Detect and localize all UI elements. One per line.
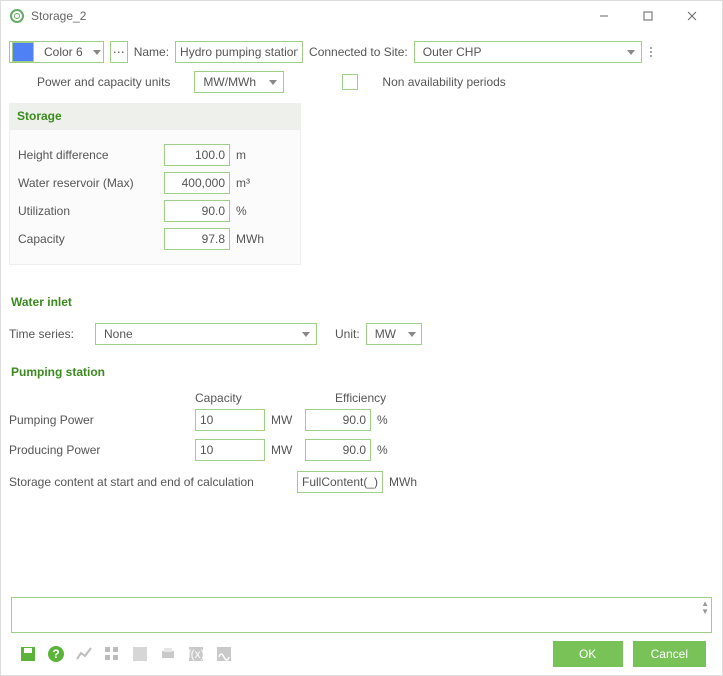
- pumping-power-label: Pumping Power: [9, 413, 189, 427]
- storage-panel: Height difference m Water reservoir (Max…: [9, 129, 301, 265]
- capacity-label: Capacity: [18, 232, 158, 246]
- titlebar: Storage_2: [1, 1, 722, 31]
- signal-icon[interactable]: [213, 643, 235, 665]
- blank-icon[interactable]: [129, 643, 151, 665]
- chart-icon[interactable]: [73, 643, 95, 665]
- time-series-dropdown[interactable]: None: [95, 323, 317, 345]
- col-capacity-label: Capacity: [195, 391, 295, 405]
- app-icon: [9, 8, 25, 24]
- color-swatch: [12, 42, 34, 62]
- ok-button[interactable]: OK: [553, 641, 623, 667]
- function-icon[interactable]: f(x): [185, 643, 207, 665]
- dialog-window: Storage_2 Color 6 ⋯ Name: Connected to S…: [0, 0, 723, 676]
- inlet-unit-label: Unit:: [335, 327, 360, 341]
- footer-toolbar: ? f(x): [17, 643, 235, 665]
- reservoir-input[interactable]: [164, 172, 230, 194]
- power-units-label: Power and capacity units: [37, 75, 170, 89]
- chevron-down-icon: [302, 332, 310, 337]
- svg-text:?: ?: [52, 647, 59, 661]
- pumping-capacity-unit: MW: [271, 413, 299, 427]
- inlet-unit-dropdown[interactable]: MW: [366, 323, 422, 345]
- section-storage-header: Storage: [9, 103, 301, 129]
- time-series-label: Time series:: [9, 327, 89, 341]
- capacity-input[interactable]: [164, 228, 230, 250]
- chevron-down-icon: [627, 50, 635, 55]
- minimize-button[interactable]: [582, 2, 626, 30]
- connected-site-dropdown[interactable]: Outer CHP: [414, 41, 642, 63]
- more-icon[interactable]: [650, 47, 652, 57]
- svg-text:f(x): f(x): [187, 647, 204, 661]
- time-series-value: None: [104, 327, 133, 341]
- window-title: Storage_2: [31, 9, 86, 23]
- chevron-down-icon: [408, 332, 416, 337]
- storage-content-unit: MWh: [389, 475, 417, 489]
- pumping-capacity-input[interactable]: [195, 409, 265, 431]
- utilization-unit: %: [236, 204, 266, 218]
- section-water-inlet-header: Water inlet: [9, 289, 714, 315]
- utilization-input[interactable]: [164, 200, 230, 222]
- color-selector[interactable]: Color 6: [9, 41, 104, 63]
- name-label: Name:: [134, 45, 169, 59]
- producing-power-label: Producing Power: [9, 443, 189, 457]
- producing-efficiency-unit: %: [377, 443, 388, 457]
- inlet-unit-value: MW: [375, 327, 396, 341]
- nonavail-label: Non availability periods: [382, 75, 505, 89]
- connected-label: Connected to Site:: [309, 45, 408, 59]
- pumping-efficiency-unit: %: [377, 413, 388, 427]
- height-diff-input[interactable]: [164, 144, 230, 166]
- section-pumping-header: Pumping station: [9, 359, 714, 385]
- close-button[interactable]: [670, 2, 714, 30]
- color-label: Color 6: [38, 45, 89, 59]
- connected-site-value: Outer CHP: [423, 45, 482, 59]
- reservoir-label: Water reservoir (Max): [18, 176, 158, 190]
- capacity-unit: MWh: [236, 232, 266, 246]
- producing-capacity-unit: MW: [271, 443, 299, 457]
- color-more-button[interactable]: ⋯: [110, 41, 128, 63]
- chevron-down-icon: [269, 80, 277, 85]
- col-efficiency-label: Efficiency: [335, 391, 386, 405]
- help-icon[interactable]: ?: [45, 643, 67, 665]
- producing-efficiency-input[interactable]: [305, 439, 371, 461]
- storage-content-label: Storage content at start and end of calc…: [9, 475, 291, 489]
- height-diff-unit: m: [236, 148, 266, 162]
- save-icon[interactable]: [17, 643, 39, 665]
- producing-capacity-input[interactable]: [195, 439, 265, 461]
- power-units-dropdown[interactable]: MW/MWh: [194, 71, 284, 93]
- notes-scroll-icon: ▲▼: [701, 600, 709, 616]
- utilization-label: Utilization: [18, 204, 158, 218]
- name-input[interactable]: [175, 41, 303, 63]
- nonavail-checkbox[interactable]: [342, 74, 358, 90]
- notes-field[interactable]: ▲▼: [11, 597, 712, 633]
- pumping-efficiency-input[interactable]: [305, 409, 371, 431]
- height-diff-label: Height difference: [18, 148, 158, 162]
- power-units-value: MW/MWh: [203, 75, 256, 89]
- cancel-button[interactable]: Cancel: [633, 641, 706, 667]
- chevron-down-icon: [93, 50, 101, 55]
- print-icon[interactable]: [157, 643, 179, 665]
- maximize-button[interactable]: [626, 2, 670, 30]
- grid-icon[interactable]: [101, 643, 123, 665]
- storage-content-input[interactable]: [297, 471, 383, 493]
- reservoir-unit: m³: [236, 176, 266, 190]
